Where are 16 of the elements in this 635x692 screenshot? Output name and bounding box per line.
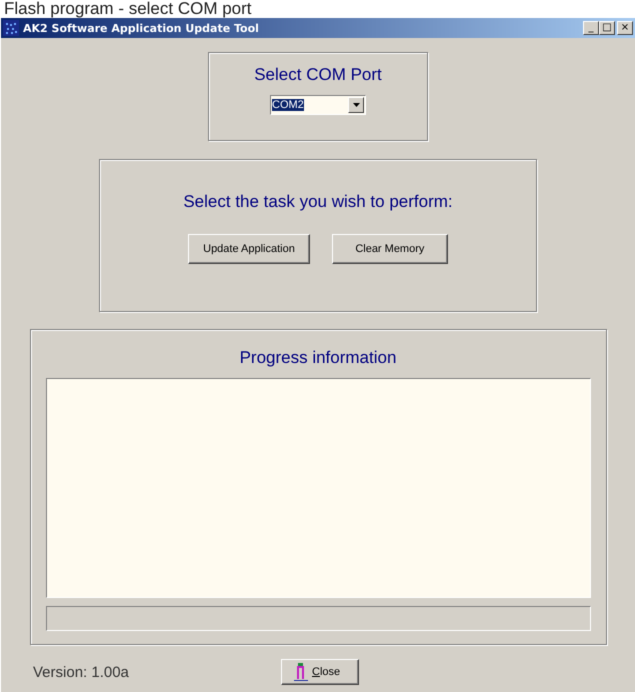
close-button[interactable]: Close (281, 659, 359, 685)
door-exit-icon (294, 663, 308, 681)
close-button[interactable]: × (617, 21, 633, 35)
caption-text: Flash program - select COM port (3, 0, 253, 18)
version-label: Version: 1.00a (33, 664, 130, 680)
minimize-button[interactable]: _ (583, 21, 599, 35)
app-icon (3, 20, 19, 36)
panel-title: Progress information (240, 348, 396, 368)
window-title: AK2 Software Application Update Tool (23, 22, 260, 34)
com-port-dropdown[interactable]: COM2 (270, 95, 366, 115)
task-button[interactable]: Update Application (188, 234, 310, 264)
maximize-button[interactable]: □ (599, 21, 615, 35)
panel-title: Select the task you wish to perform: (183, 192, 453, 212)
task-button[interactable]: Clear Memory (332, 234, 448, 264)
panel-title: Select COM Port (254, 65, 382, 85)
dropdown-arrow-icon (352, 103, 360, 107)
